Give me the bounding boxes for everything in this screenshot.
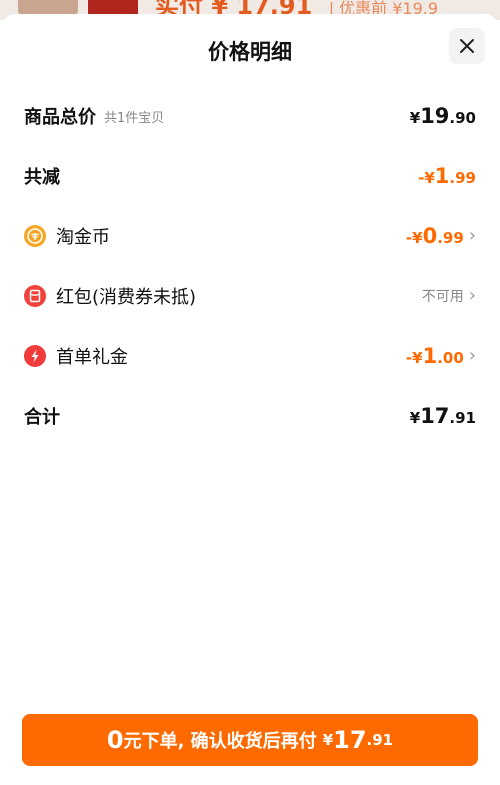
subtotal-amount: ¥19.90 bbox=[409, 104, 476, 128]
red-packet-status: 不可用 bbox=[421, 289, 464, 305]
total-row: 合计 ¥17.91 bbox=[24, 396, 476, 436]
first-order-gift-label: 首单礼金 bbox=[56, 347, 128, 368]
item-count-note: 共1件宝贝 bbox=[104, 110, 165, 126]
chevron-right-icon: › bbox=[468, 285, 476, 306]
total-label: 合计 bbox=[24, 407, 60, 428]
subtotal-row: 商品总价 共1件宝贝 ¥19.90 bbox=[24, 96, 476, 136]
total-discount-amount: -¥1.99 bbox=[418, 164, 476, 188]
taojinbi-label: 淘金币 bbox=[56, 227, 110, 248]
red-packet-row[interactable]: 红包(消费券未抵) 不可用 › bbox=[24, 276, 476, 316]
subtotal-label: 商品总价 bbox=[24, 107, 96, 128]
close-button[interactable] bbox=[449, 28, 485, 64]
cta-text: 元下单, 确认收货后再付 bbox=[123, 731, 317, 752]
total-amount: ¥17.91 bbox=[409, 404, 476, 428]
taojinbi-row[interactable]: 淘金币 -¥0.99 › bbox=[24, 216, 476, 256]
first-order-gift-amount: -¥1.00 bbox=[405, 344, 464, 368]
red-packet-label: 红包(消费券未抵) bbox=[56, 287, 197, 308]
sheet-title: 价格明细 bbox=[208, 40, 292, 64]
cta-amount-int: 17 bbox=[333, 726, 367, 754]
first-order-gift-row[interactable]: 首单礼金 -¥1.00 › bbox=[24, 336, 476, 376]
chevron-right-icon: › bbox=[468, 225, 476, 246]
taojinbi-amount: -¥0.99 bbox=[405, 224, 464, 248]
total-discount-label: 共减 bbox=[24, 167, 60, 188]
cta-currency: ¥ bbox=[322, 731, 334, 749]
price-detail-sheet: 价格明细 商品总价 共1件宝贝 ¥19.90 共减 -¥1.99 淘金币 -¥0… bbox=[0, 14, 500, 785]
confirm-order-button[interactable]: 0 元下单, 确认收货后再付 ¥ 17 .91 bbox=[22, 714, 478, 766]
cta-zero: 0 bbox=[106, 726, 124, 754]
lightning-icon bbox=[24, 345, 46, 367]
red-packet-icon bbox=[24, 285, 46, 307]
chevron-right-icon: › bbox=[468, 345, 476, 366]
cta-amount-dec: .91 bbox=[366, 731, 394, 749]
close-icon bbox=[460, 39, 474, 53]
total-discount-row: 共减 -¥1.99 bbox=[24, 156, 476, 196]
taojinbi-coin-icon bbox=[24, 225, 46, 247]
